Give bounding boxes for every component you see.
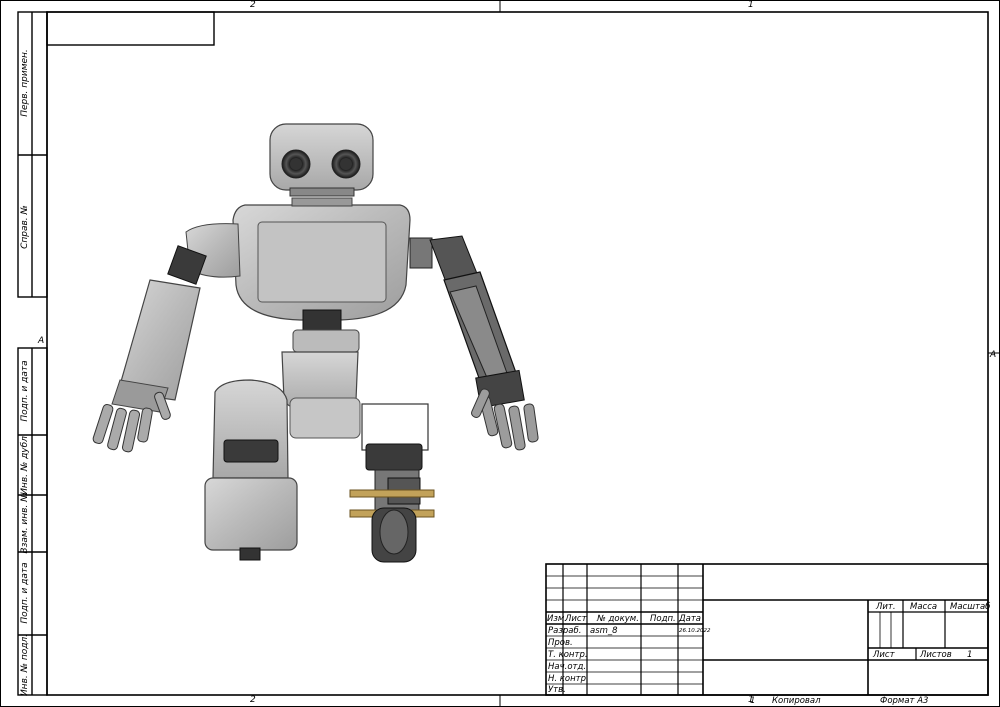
tb-masshtab: Масштаб bbox=[950, 602, 991, 612]
tb-razrab-doc: asm_8 bbox=[590, 626, 618, 636]
tb-header-list: Лист bbox=[565, 614, 587, 624]
tb-header-doc-no: № докум. bbox=[597, 614, 639, 624]
zone-top-right: 1 bbox=[748, 0, 754, 10]
robot-right-leg bbox=[349, 403, 435, 563]
robot-waist bbox=[281, 309, 361, 439]
robot-torso bbox=[232, 197, 411, 321]
tb-row-t-kontr: Т. контр. bbox=[548, 650, 588, 660]
tb-razrab-date: 26.10.2022 bbox=[679, 628, 711, 634]
footer-kopiroval: Копировал bbox=[772, 696, 821, 706]
zone-bottom-left: 2 bbox=[250, 695, 256, 705]
side-sprav-no: Справ. № bbox=[20, 205, 30, 249]
tb-list-label: Лист bbox=[873, 650, 895, 660]
side-podp-data-2: Подп. и дата bbox=[20, 562, 30, 624]
tb-listov-value: 1 bbox=[967, 650, 973, 660]
tb-row-utv: Утв. bbox=[548, 685, 566, 695]
side-vzam-inv: Взам. инв. № bbox=[20, 492, 30, 554]
tb-row-prov: Пров. bbox=[548, 638, 573, 648]
robot-assembly-drawing bbox=[92, 123, 539, 563]
tb-row-razrab: Разраб. bbox=[548, 626, 582, 636]
tb-header-izm: Изм. bbox=[547, 614, 567, 624]
side-perv-primen: Перв. примен. bbox=[20, 49, 30, 117]
side-inv-podl: Инв. № подл. bbox=[20, 633, 30, 697]
zone-top-left: 2 bbox=[250, 0, 256, 10]
tb-row-n-kontr: Н. контр. bbox=[548, 674, 589, 684]
robot-head bbox=[269, 123, 374, 197]
tb-row-nach-otd: Нач.отд. bbox=[548, 662, 587, 672]
tb-lit: Лит. bbox=[876, 602, 896, 612]
tb-massa: Масса bbox=[910, 602, 938, 612]
tb-listov-label: Листов bbox=[920, 650, 952, 660]
footer-format: Формат А3 bbox=[880, 696, 929, 706]
zone-right-mid: A bbox=[990, 350, 997, 360]
robot-left-leg bbox=[204, 379, 298, 561]
side-podp-data-1: Подп. и дата bbox=[20, 360, 30, 422]
zone-left-mid: A bbox=[38, 336, 45, 346]
tb-header-podp: Подп. bbox=[650, 614, 676, 624]
tb-header-data: Дата bbox=[679, 614, 702, 624]
robot-right-arm bbox=[409, 235, 539, 451]
footer-copy-number: 1 bbox=[750, 696, 756, 706]
